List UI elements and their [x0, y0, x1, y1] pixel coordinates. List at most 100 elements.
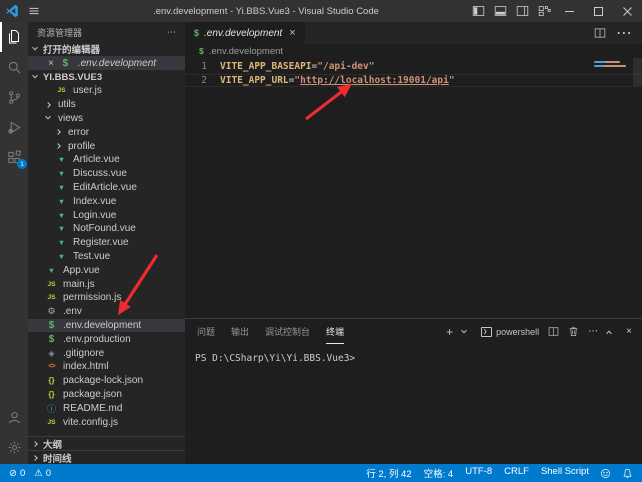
split-terminal-icon[interactable]: [548, 326, 559, 337]
customize-layout-icon[interactable]: [533, 0, 555, 22]
warning-icon: ⚠: [34, 468, 43, 479]
extensions-badge: 1: [17, 159, 27, 169]
workspace-label: YI.BBS.VUE3: [43, 72, 102, 83]
errors-item[interactable]: ⊘ 0: [9, 468, 25, 479]
sidebar-header: 资源管理器 ⋯: [28, 22, 185, 42]
search-icon[interactable]: [0, 52, 28, 82]
close-window-button[interactable]: [613, 0, 642, 22]
kill-terminal-icon[interactable]: [568, 326, 579, 337]
tree-item-error[interactable]: error: [28, 125, 185, 139]
tree-item-Login.vue[interactable]: ▼Login.vue: [28, 208, 185, 222]
close-panel-icon[interactable]: ×: [626, 326, 632, 337]
vue-file-icon: ▼: [56, 155, 67, 164]
tree-item-views[interactable]: views: [28, 112, 185, 126]
indentation[interactable]: 空格: 4: [424, 466, 454, 480]
panel-tab-调试控制台[interactable]: 调试控制台: [265, 319, 310, 344]
vscode-logo-icon: [0, 4, 24, 18]
more-actions-icon[interactable]: ⋯: [588, 326, 598, 337]
tree-item-permission.js[interactable]: JSpermission.js: [28, 291, 185, 305]
tree-item-.env[interactable]: ⚙.env: [28, 305, 185, 319]
notifications-bell-icon[interactable]: [622, 468, 633, 479]
code-editor[interactable]: 1VITE_APP_BASEAPI="/api-dev"2VITE_APP_UR…: [185, 58, 642, 318]
menu-icon[interactable]: [24, 5, 44, 17]
more-actions-icon[interactable]: ⋯: [167, 27, 176, 38]
panel-tab-输出[interactable]: 输出: [231, 319, 249, 344]
more-actions-icon[interactable]: ⋯: [616, 23, 632, 43]
tree-item-Register.vue[interactable]: ▼Register.vue: [28, 236, 185, 250]
tree-item-index.html[interactable]: <>index.html: [28, 360, 185, 374]
settings-gear-icon[interactable]: [0, 432, 28, 462]
extensions-icon[interactable]: 1: [0, 142, 28, 172]
tree-item-README.md[interactable]: ⓘREADME.md: [28, 401, 185, 415]
tree-item-package-lock.json[interactable]: {}package-lock.json: [28, 374, 185, 388]
chevron-right-icon: [32, 441, 38, 447]
cursor-position[interactable]: 行 2, 列 42: [366, 466, 411, 480]
toggle-primary-sidebar-icon[interactable]: [467, 0, 489, 22]
tree-item-.gitignore[interactable]: ◈.gitignore: [28, 346, 185, 360]
open-editor-item[interactable]: × $ .env.development: [28, 56, 185, 70]
code-line: 1VITE_APP_BASEAPI="/api-dev": [185, 60, 642, 74]
eol[interactable]: CRLF: [504, 466, 529, 480]
tree-item-label: main.js: [63, 279, 95, 290]
vscode-window: .env.development - Yi.BBS.Vue3 - Visual …: [0, 0, 642, 482]
tree-item-vite.config.js[interactable]: JSvite.config.js: [28, 415, 185, 429]
vue-file-icon: ▼: [56, 197, 67, 206]
tree-item-Article.vue[interactable]: ▼Article.vue: [28, 153, 185, 167]
outline-label: 大纲: [43, 437, 62, 451]
timeline-section[interactable]: 时间线: [28, 450, 185, 464]
tree-item-profile[interactable]: profile: [28, 139, 185, 153]
maximize-button[interactable]: [584, 0, 613, 22]
close-tab-icon[interactable]: ×: [289, 27, 295, 39]
workspace-header[interactable]: YI.BBS.VUE3: [28, 70, 185, 84]
maximize-panel-icon[interactable]: [606, 330, 612, 336]
chevron-down-icon[interactable]: [461, 327, 467, 333]
tree-item-package.json[interactable]: {}package.json: [28, 388, 185, 402]
code-token: "/api-dev": [317, 61, 374, 72]
tree-item-.env.production[interactable]: $.env.production: [28, 332, 185, 346]
minimap[interactable]: [594, 61, 626, 69]
feedback-icon[interactable]: [600, 468, 611, 479]
toggle-panel-icon[interactable]: [489, 0, 511, 22]
panel-tab-问题[interactable]: 问题: [197, 319, 215, 344]
run-debug-icon[interactable]: [0, 112, 28, 142]
warnings-item[interactable]: ⚠ 0: [34, 468, 51, 479]
terminal-content[interactable]: PS D:\CSharp\Yi\Yi.BBS.Vue3>: [185, 344, 642, 464]
panel-tab-终端[interactable]: 终端: [326, 319, 344, 344]
tree-item-utils[interactable]: utils: [28, 98, 185, 112]
split-editor-icon[interactable]: [594, 27, 606, 39]
tree-item-Discuss.vue[interactable]: ▼Discuss.vue: [28, 167, 185, 181]
minimize-button[interactable]: [555, 0, 584, 22]
language-mode[interactable]: Shell Script: [541, 466, 589, 480]
toggle-secondary-sidebar-icon[interactable]: [511, 0, 533, 22]
vue-file-icon: ▼: [56, 224, 67, 233]
tree-item-NotFound.vue[interactable]: ▼NotFound.vue: [28, 222, 185, 236]
problems-status[interactable]: ⊘ 0 ⚠ 0: [9, 468, 51, 479]
minimap-slider[interactable]: [633, 58, 642, 86]
open-editors-header[interactable]: 打开的编辑器: [28, 42, 185, 56]
new-terminal-icon[interactable]: +: [446, 326, 453, 338]
panel-tabs: 问题输出调试控制台终端: [197, 319, 344, 344]
shell-file-icon: $: [60, 58, 71, 69]
tree-item-main.js[interactable]: JSmain.js: [28, 277, 185, 291]
outline-section[interactable]: 大纲: [28, 436, 185, 450]
tree-item-label: user.js: [73, 85, 102, 96]
file-tree: JSuser.jsutilsviewserrorprofile▼Article.…: [28, 84, 185, 429]
breadcrumb[interactable]: $ .env.development: [185, 44, 642, 58]
close-icon[interactable]: ×: [48, 58, 54, 69]
tree-item-label: .env.production: [63, 334, 131, 345]
account-icon[interactable]: [0, 402, 28, 432]
tree-item-label: EditArticle.vue: [73, 182, 137, 193]
tree-item-Index.vue[interactable]: ▼Index.vue: [28, 194, 185, 208]
explorer-icon[interactable]: [0, 22, 28, 52]
tree-item-Test.vue[interactable]: ▼Test.vue: [28, 250, 185, 264]
tree-item-user.js[interactable]: JSuser.js: [28, 84, 185, 98]
encoding[interactable]: UTF-8: [465, 466, 492, 480]
tree-item-EditArticle.vue[interactable]: ▼EditArticle.vue: [28, 181, 185, 195]
tab-env-development[interactable]: $ .env.development ×: [185, 22, 305, 44]
tree-item-.env.development[interactable]: $.env.development: [28, 319, 185, 333]
window-controls: [467, 0, 642, 22]
panel-actions: + ❯ powershell ⋯: [446, 326, 632, 338]
source-control-icon[interactable]: [0, 82, 28, 112]
terminal-instance[interactable]: ❯ powershell: [481, 327, 539, 337]
tree-item-App.vue[interactable]: ▼App.vue: [28, 263, 185, 277]
